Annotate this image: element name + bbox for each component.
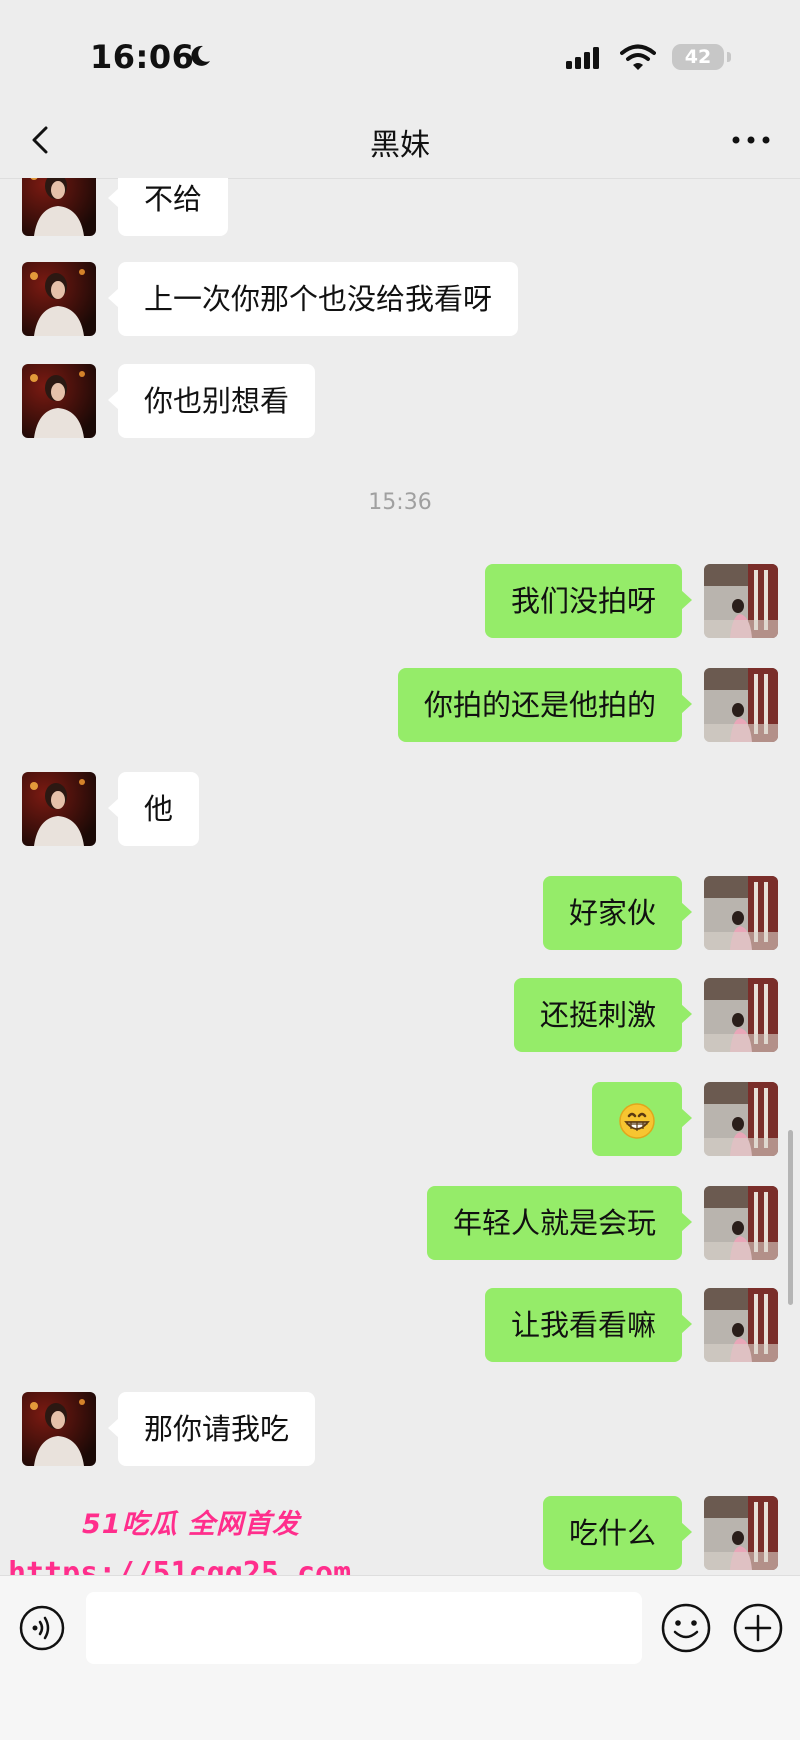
message-text: 你拍的还是他拍的 xyxy=(423,688,656,722)
message-text: 你也别想看 xyxy=(144,384,290,418)
incoming-message[interactable]: 不给 xyxy=(107,178,229,236)
contact-avatar[interactable] xyxy=(22,364,96,438)
my-avatar[interactable] xyxy=(704,1082,778,1156)
incoming-message[interactable]: 他 xyxy=(107,772,200,846)
message-timestamp: 15:36 xyxy=(368,490,432,515)
outgoing-message[interactable]: 让我看看嘛 xyxy=(484,1288,693,1362)
my-avatar[interactable] xyxy=(704,978,778,1052)
message-input[interactable] xyxy=(86,1592,642,1664)
message-text: 好家伙 xyxy=(568,896,656,930)
message-text: 让我看看嘛 xyxy=(510,1308,656,1342)
chat-messages[interactable]: 不给上一次你那个也没给我看呀 你也别想看我们没拍呀你拍的还是他拍的他好家伙还挺刺激… xyxy=(0,178,800,1575)
my-avatar[interactable] xyxy=(704,1186,778,1260)
my-avatar[interactable] xyxy=(704,1288,778,1362)
outgoing-message[interactable] xyxy=(592,1082,692,1156)
message-text: 他 xyxy=(144,792,174,826)
outgoing-message[interactable]: 还挺刺激 xyxy=(513,978,693,1052)
message-text: 还挺刺激 xyxy=(539,998,656,1032)
outgoing-message[interactable]: 年轻人就是会玩 xyxy=(426,1186,693,1260)
moon-icon xyxy=(191,45,210,66)
my-avatar[interactable] xyxy=(704,876,778,950)
outgoing-message[interactable]: 吃什么 xyxy=(542,1496,693,1570)
battery-indicator: 42 xyxy=(672,44,724,70)
grinning-face-emoji xyxy=(619,1103,655,1139)
message-text: 年轻人就是会玩 xyxy=(452,1206,656,1240)
outgoing-message[interactable]: 我们没拍呀 xyxy=(484,564,693,638)
my-avatar[interactable] xyxy=(704,1496,778,1570)
incoming-message[interactable]: 你也别想看 xyxy=(107,364,316,438)
emoji-icon[interactable] xyxy=(660,1602,712,1654)
message-text: 不给 xyxy=(144,182,203,216)
more-dots-icon[interactable] xyxy=(726,122,776,158)
my-avatar[interactable] xyxy=(704,668,778,742)
contact-avatar[interactable] xyxy=(22,772,96,846)
plus-icon[interactable] xyxy=(732,1602,784,1654)
message-text: 吃什么 xyxy=(568,1516,656,1550)
signal-icon xyxy=(566,47,599,69)
contact-avatar[interactable] xyxy=(22,262,96,336)
status-time: 16:06 xyxy=(90,38,195,76)
message-text: 上一次你那个也没给我看呀 xyxy=(144,282,493,316)
watermark-brand: 51吃瓜 全网首发 xyxy=(82,1509,300,1540)
contact-avatar[interactable] xyxy=(22,1392,96,1466)
status-bar: 16:06 42 xyxy=(0,0,800,110)
message-text: 我们没拍呀 xyxy=(510,584,656,618)
contact-avatar[interactable] xyxy=(22,178,96,236)
outgoing-message[interactable]: 好家伙 xyxy=(542,876,693,950)
my-avatar[interactable] xyxy=(704,564,778,638)
incoming-message[interactable]: 那你请我吃 xyxy=(107,1392,316,1466)
scrollbar[interactable] xyxy=(788,1130,793,1305)
message-text: 那你请我吃 xyxy=(144,1412,290,1446)
battery-tip xyxy=(727,52,731,62)
incoming-message[interactable]: 上一次你那个也没给我看呀 xyxy=(107,262,519,336)
wifi-icon xyxy=(620,44,656,70)
input-bar xyxy=(0,1575,800,1740)
outgoing-message[interactable]: 你拍的还是他拍的 xyxy=(397,668,693,742)
chat-title: 黑妹 xyxy=(370,128,430,163)
voice-icon[interactable] xyxy=(18,1604,66,1652)
chat-header: 黑妹 xyxy=(0,100,800,179)
